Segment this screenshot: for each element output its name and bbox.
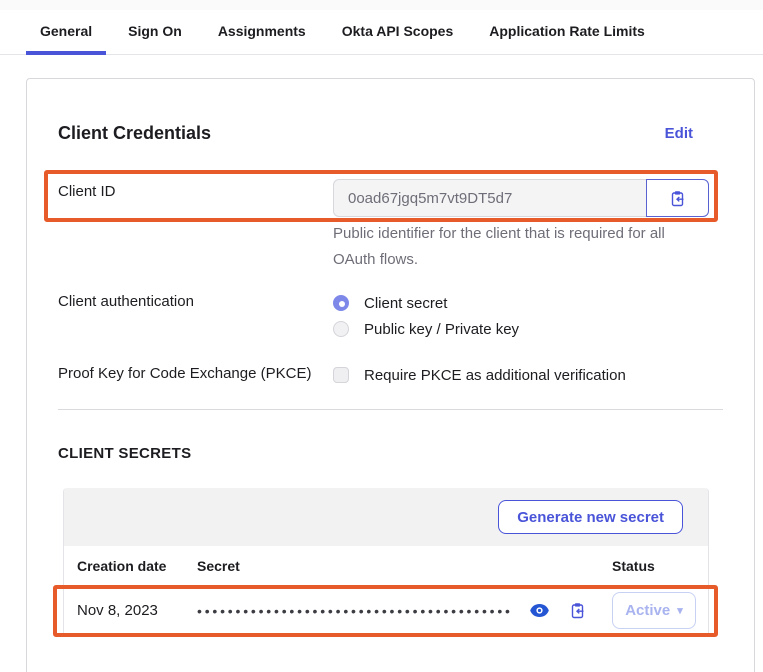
client-authentication-options: Client secret Public key / Private key [333, 292, 519, 340]
section-title: Client Credentials [58, 123, 211, 144]
tab-general[interactable]: General [26, 10, 106, 55]
table-header-row: Creation date Secret Status [64, 546, 708, 587]
client-secrets-table: Generate new secret Creation date Secret… [63, 488, 709, 635]
chevron-down-icon: ▾ [677, 604, 683, 617]
checkbox-require-pkce[interactable]: Require PKCE as additional verification [333, 364, 626, 386]
secret-table-row: Nov 8, 2023 ••••••••••••••••••••••••••••… [64, 587, 708, 635]
generate-new-secret-button[interactable]: Generate new secret [498, 500, 683, 534]
tab-assignments[interactable]: Assignments [204, 10, 320, 55]
clipboard-copy-icon [669, 190, 686, 207]
client-credentials-card: Client Credentials Edit Client ID Public… [26, 78, 755, 672]
tab-okta-api-scopes[interactable]: Okta API Scopes [328, 10, 468, 55]
client-authentication-label: Client authentication [58, 293, 194, 310]
clipboard-copy-icon [569, 602, 586, 619]
okta-app-settings-page: General Sign On Assignments Okta API Sco… [0, 0, 763, 672]
column-header-status: Status [612, 558, 708, 574]
masked-secret-value: ••••••••••••••••••••••••••••••••••••••••… [197, 603, 510, 619]
pkce-option: Require PKCE as additional verification [333, 364, 626, 386]
radio-client-secret[interactable]: Client secret [333, 292, 519, 314]
top-gap [0, 0, 763, 10]
column-header-creation-date: Creation date [64, 558, 197, 574]
section-divider [58, 409, 723, 410]
secret-cell: ••••••••••••••••••••••••••••••••••••••••… [197, 602, 612, 619]
tab-sign-on[interactable]: Sign On [114, 10, 196, 55]
table-toolbar: Generate new secret [64, 488, 708, 546]
column-header-secret: Secret [197, 558, 612, 574]
radio-label: Client secret [364, 295, 447, 312]
client-id-label: Client ID [58, 183, 116, 200]
client-secrets-heading: CLIENT SECRETS [58, 445, 191, 462]
status-label: Active [625, 602, 670, 619]
status-cell: Active ▾ [612, 592, 708, 629]
radio-selected-icon[interactable] [333, 295, 349, 311]
copy-client-id-button[interactable] [646, 179, 709, 217]
radio-unselected-icon[interactable] [333, 321, 349, 337]
client-id-input[interactable] [333, 179, 646, 217]
status-dropdown-button[interactable]: Active ▾ [612, 592, 696, 629]
pkce-label: Proof Key for Code Exchange (PKCE) [58, 365, 311, 382]
radio-public-private-key[interactable]: Public key / Private key [333, 318, 519, 340]
checkbox-label: Require PKCE as additional verification [364, 367, 626, 384]
copy-secret-button[interactable] [569, 602, 586, 619]
radio-label: Public key / Private key [364, 321, 519, 338]
reveal-secret-button[interactable] [530, 604, 549, 617]
eye-icon [530, 604, 549, 617]
client-id-help-text: Public identifier for the client that is… [333, 221, 687, 273]
tab-bar: General Sign On Assignments Okta API Sco… [0, 10, 763, 55]
tab-application-rate-limits[interactable]: Application Rate Limits [475, 10, 659, 55]
client-id-group [333, 179, 709, 217]
creation-date-cell: Nov 8, 2023 [64, 602, 197, 619]
edit-link[interactable]: Edit [665, 125, 693, 142]
checkbox-icon[interactable] [333, 367, 349, 383]
